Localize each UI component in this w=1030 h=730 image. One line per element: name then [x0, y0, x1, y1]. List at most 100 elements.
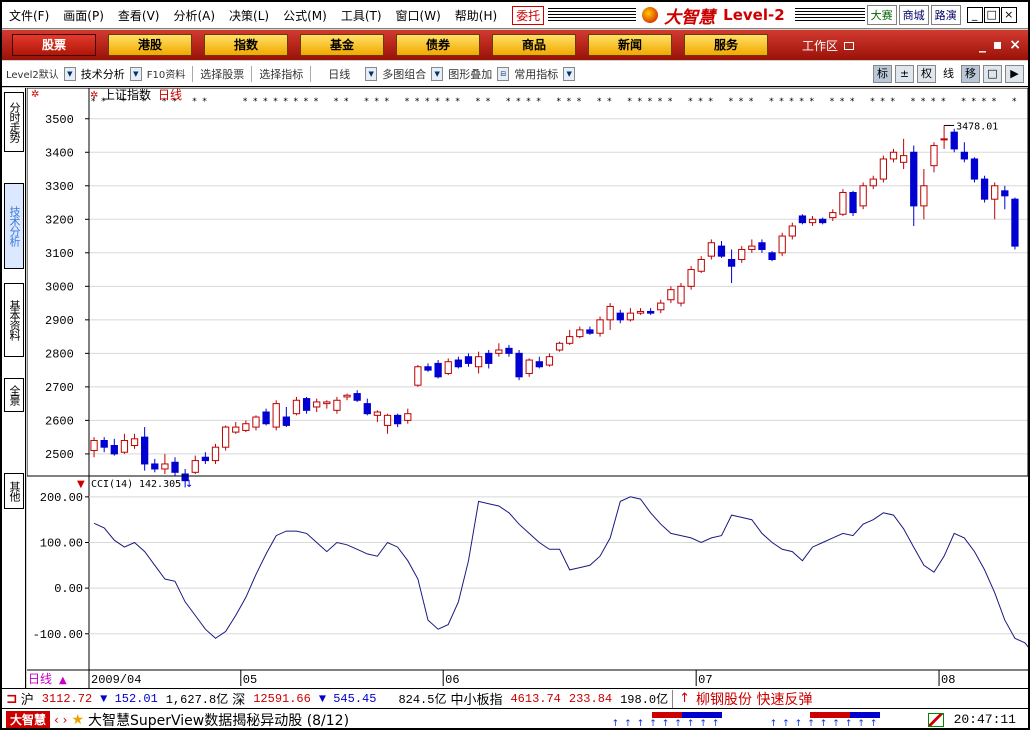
cat-services[interactable]: 服务	[684, 34, 768, 56]
candle-body	[424, 366, 432, 371]
candle-body	[616, 312, 624, 321]
f10-data[interactable]: F10资料	[143, 66, 189, 81]
candle-body	[980, 178, 989, 200]
cat-commodities[interactable]: 商品	[492, 34, 576, 56]
ticker-nav-arrows-icon[interactable]: ‹ ›	[54, 713, 67, 727]
period-dropdown-icon[interactable]: ▼	[365, 66, 378, 81]
cat-hk-stocks[interactable]: 港股	[108, 34, 192, 56]
chart-area: * * * * * * * * * * * * * * * * * * * * * * * * * * * * * * * * * * * * * * * *…	[27, 88, 1028, 688]
menu-view[interactable]: 查看(V)	[111, 7, 167, 24]
event-marker: *	[405, 97, 410, 107]
graph-overlay[interactable]: 图形叠加	[444, 66, 496, 82]
panel-controls[interactable]: _ ▪ ×	[979, 37, 1022, 53]
title-stripes-left	[548, 8, 637, 22]
cat-bonds[interactable]: 债券	[396, 34, 480, 56]
candle-body	[383, 414, 392, 426]
tab-panorama[interactable]: 全景	[4, 378, 24, 412]
cci-grid	[89, 496, 1028, 635]
tab-other[interactable]: 其他	[4, 473, 24, 509]
minimize-button[interactable]: _	[966, 7, 983, 23]
candle-body	[485, 352, 493, 364]
tech-analysis[interactable]: 技术分析	[77, 66, 129, 82]
close-button[interactable]: ×	[1000, 7, 1017, 23]
cci-tick-label: 200.00	[40, 491, 83, 505]
zoom-button[interactable]: ±	[895, 64, 914, 83]
candlestick-series	[90, 125, 1019, 488]
multi-dropdown-icon[interactable]: ▼	[431, 66, 444, 81]
order-button[interactable]: 委托	[512, 5, 545, 25]
menu-window[interactable]: 窗口(W)	[389, 7, 448, 24]
y-tick-labels: 3500 3400 3300 3200 3100 3000 2900 2800 2700 2600…	[45, 113, 89, 462]
cat-news[interactable]: 新闻	[588, 34, 672, 56]
candle-body	[282, 416, 290, 426]
tab-intraday[interactable]: 分时走势	[4, 92, 24, 152]
menu-formula[interactable]: 公式(M)	[276, 7, 334, 24]
lock-icon[interactable]: ⊟	[497, 66, 510, 81]
select-indicator[interactable]: 选择指标	[255, 66, 307, 82]
event-marker: *	[799, 97, 804, 107]
multi-chart[interactable]: 多图组合	[378, 66, 430, 82]
event-marker: *	[364, 97, 369, 107]
line-button[interactable]: 线	[939, 64, 958, 83]
rights-button[interactable]: 权	[917, 64, 936, 83]
menu-tools[interactable]: 工具(T)	[334, 7, 389, 24]
x-tick-label: 07	[698, 673, 712, 687]
sh-label: 沪	[20, 693, 34, 708]
title-stripes-right	[794, 8, 865, 22]
next-button[interactable]: ▶	[1005, 64, 1024, 83]
chart-settings-icon[interactable]: ✲	[31, 89, 39, 100]
tab-technical[interactable]: 技术分析	[4, 183, 24, 269]
menu-view-page[interactable]: 画面(P)	[56, 7, 111, 24]
candle-body	[991, 185, 999, 200]
indicator-dropdown-icon[interactable]: ▼	[563, 66, 576, 81]
cat-stocks[interactable]: 股票	[12, 34, 96, 56]
menu-analysis[interactable]: 分析(A)	[166, 7, 222, 24]
sz-volume: 824.5亿	[398, 693, 447, 707]
market-switch-icon[interactable]: ⊐	[6, 691, 18, 707]
event-marker: *	[941, 97, 946, 107]
mark-button[interactable]: 标	[873, 64, 892, 83]
menu-decision[interactable]: 决策(L)	[222, 7, 276, 24]
candle-body	[677, 285, 685, 304]
contest-button[interactable]: 大赛	[866, 5, 897, 25]
common-indicators[interactable]: 常用指标	[510, 66, 562, 82]
daily-period[interactable]: 日线	[314, 66, 364, 82]
menu-help[interactable]: 帮助(H)	[448, 7, 504, 24]
workzone-button[interactable]: 工作区	[802, 37, 855, 54]
menu-file[interactable]: 文件(F)	[2, 7, 56, 24]
main-grid	[89, 118, 1028, 455]
level2-dropdown-icon[interactable]: ▼	[63, 66, 76, 81]
candle-body	[798, 215, 807, 224]
star-icon[interactable]: ★	[71, 712, 84, 728]
trend-chart-icon[interactable]	[927, 712, 944, 727]
tech-dropdown-icon[interactable]: ▼	[129, 66, 142, 81]
tab-fundamentals[interactable]: 基本资料	[4, 283, 24, 357]
candle-body	[363, 403, 371, 415]
candle-body	[889, 151, 898, 160]
cci-down-arrow-icon: ↓	[185, 479, 193, 490]
maximize-button[interactable]: □	[983, 7, 1000, 23]
candle-body	[717, 245, 726, 257]
window-button[interactable]: □	[983, 64, 1002, 83]
mall-button[interactable]: 商城	[898, 5, 929, 25]
select-stock[interactable]: 选择股票	[196, 66, 248, 82]
y-tick-label: 3000	[45, 280, 74, 294]
smb-volume: 198.0亿	[620, 693, 669, 707]
x-axis-period-tab[interactable]: 日线	[28, 672, 52, 686]
level2-default[interactable]: Level2默认	[2, 66, 63, 81]
event-marker: *	[698, 97, 703, 107]
move-button[interactable]: 移	[961, 64, 980, 83]
alert-up-icon: ↑	[679, 691, 691, 706]
cat-funds[interactable]: 基金	[300, 34, 384, 56]
alert-box[interactable]: ↑ 柳钢股份 快速反弹	[672, 689, 812, 708]
ticker-text[interactable]: 大智慧SuperView数据揭秘异动股 (8/12)	[88, 710, 349, 729]
cci-settings-icon[interactable]: ▼	[77, 479, 85, 490]
candle-body	[201, 456, 210, 462]
event-markers: * * * * * * * * * * * * * * * * * * * * * * * * * * * * * * * * * * * * * * * *…	[91, 97, 1017, 107]
event-marker: *	[708, 97, 713, 107]
cat-indices[interactable]: 指数	[204, 34, 288, 56]
roadshow-button[interactable]: 路演	[930, 5, 961, 25]
candle-body	[788, 225, 796, 237]
kline-chart[interactable]: * * * * * * * * * * * * * * * * * * * * * * * * * * * * * * * * * * * * * * * *…	[27, 88, 1028, 688]
candle-body	[596, 319, 604, 334]
